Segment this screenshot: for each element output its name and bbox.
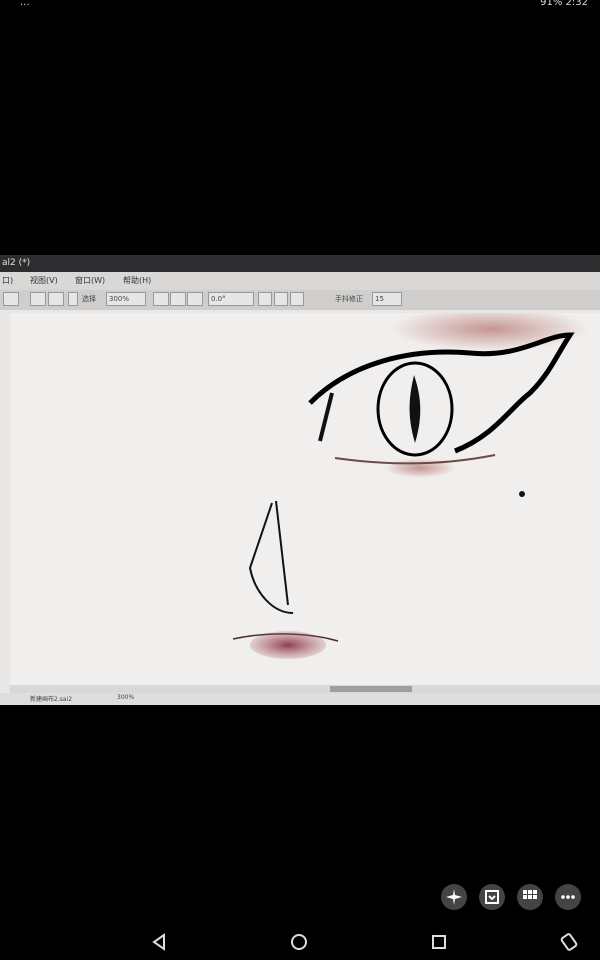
menu-item[interactable]: 口) — [2, 272, 13, 290]
status-bar: ... 91% 2:32 — [0, 0, 600, 12]
menu-bar: 口) 视图(V) 窗口(W) 帮助(H) — [0, 272, 600, 290]
rotate-reset-button[interactable] — [290, 292, 304, 306]
toolbar: 选择 300% 0.0° 手抖修正 15 — [0, 290, 600, 310]
back-icon[interactable] — [150, 933, 168, 955]
document-tab-zoom: 300% — [117, 694, 135, 701]
menu-window[interactable]: 窗口(W) — [75, 272, 105, 290]
recent-apps-icon[interactable] — [430, 933, 448, 955]
document-tab-name[interactable]: 新建画布2.sai2 — [30, 694, 72, 703]
zoom-reset-button[interactable] — [187, 292, 203, 306]
window-title: al2 (*) — [2, 258, 31, 268]
rotate-icon[interactable] — [560, 933, 578, 955]
more-icon[interactable] — [555, 884, 581, 910]
status-left: ... — [20, 0, 30, 8]
photo-of-monitor[interactable]: al2 (*) 口) 视图(V) 窗口(W) 帮助(H) 选择 300% 0.0… — [0, 255, 600, 705]
rotate-right-button[interactable] — [274, 292, 288, 306]
horizontal-scrollbar[interactable] — [10, 685, 600, 693]
stabilizer-field[interactable]: 15 — [372, 292, 402, 306]
stabilizer-label: 手抖修正 — [335, 295, 363, 303]
status-right: 91% 2:32 — [540, 0, 588, 8]
toolbar-button[interactable] — [48, 292, 64, 306]
toolbar-button[interactable] — [30, 292, 46, 306]
system-nav-bar — [0, 925, 600, 960]
document-tabs: 新建画布2.sai2 300% — [0, 693, 600, 705]
select-label: 选择 — [82, 295, 96, 303]
menu-help[interactable]: 帮助(H) — [123, 272, 151, 290]
rotation-field[interactable]: 0.0° — [208, 292, 254, 306]
menu-view[interactable]: 视图(V) — [30, 272, 58, 290]
scroll-thumb[interactable] — [330, 686, 412, 692]
sparkle-icon[interactable] — [441, 884, 467, 910]
save-icon[interactable] — [479, 884, 505, 910]
zoom-in-button[interactable] — [170, 292, 186, 306]
rotate-left-button[interactable] — [258, 292, 272, 306]
zoom-out-button[interactable] — [153, 292, 169, 306]
home-icon[interactable] — [290, 933, 308, 955]
grid-icon[interactable] — [517, 884, 543, 910]
zoom-field[interactable]: 300% — [106, 292, 146, 306]
select-checkbox[interactable] — [68, 292, 78, 306]
drawing-canvas[interactable] — [10, 313, 600, 689]
toolbar-button[interactable] — [3, 292, 19, 306]
window-titlebar: al2 (*) — [0, 255, 600, 272]
